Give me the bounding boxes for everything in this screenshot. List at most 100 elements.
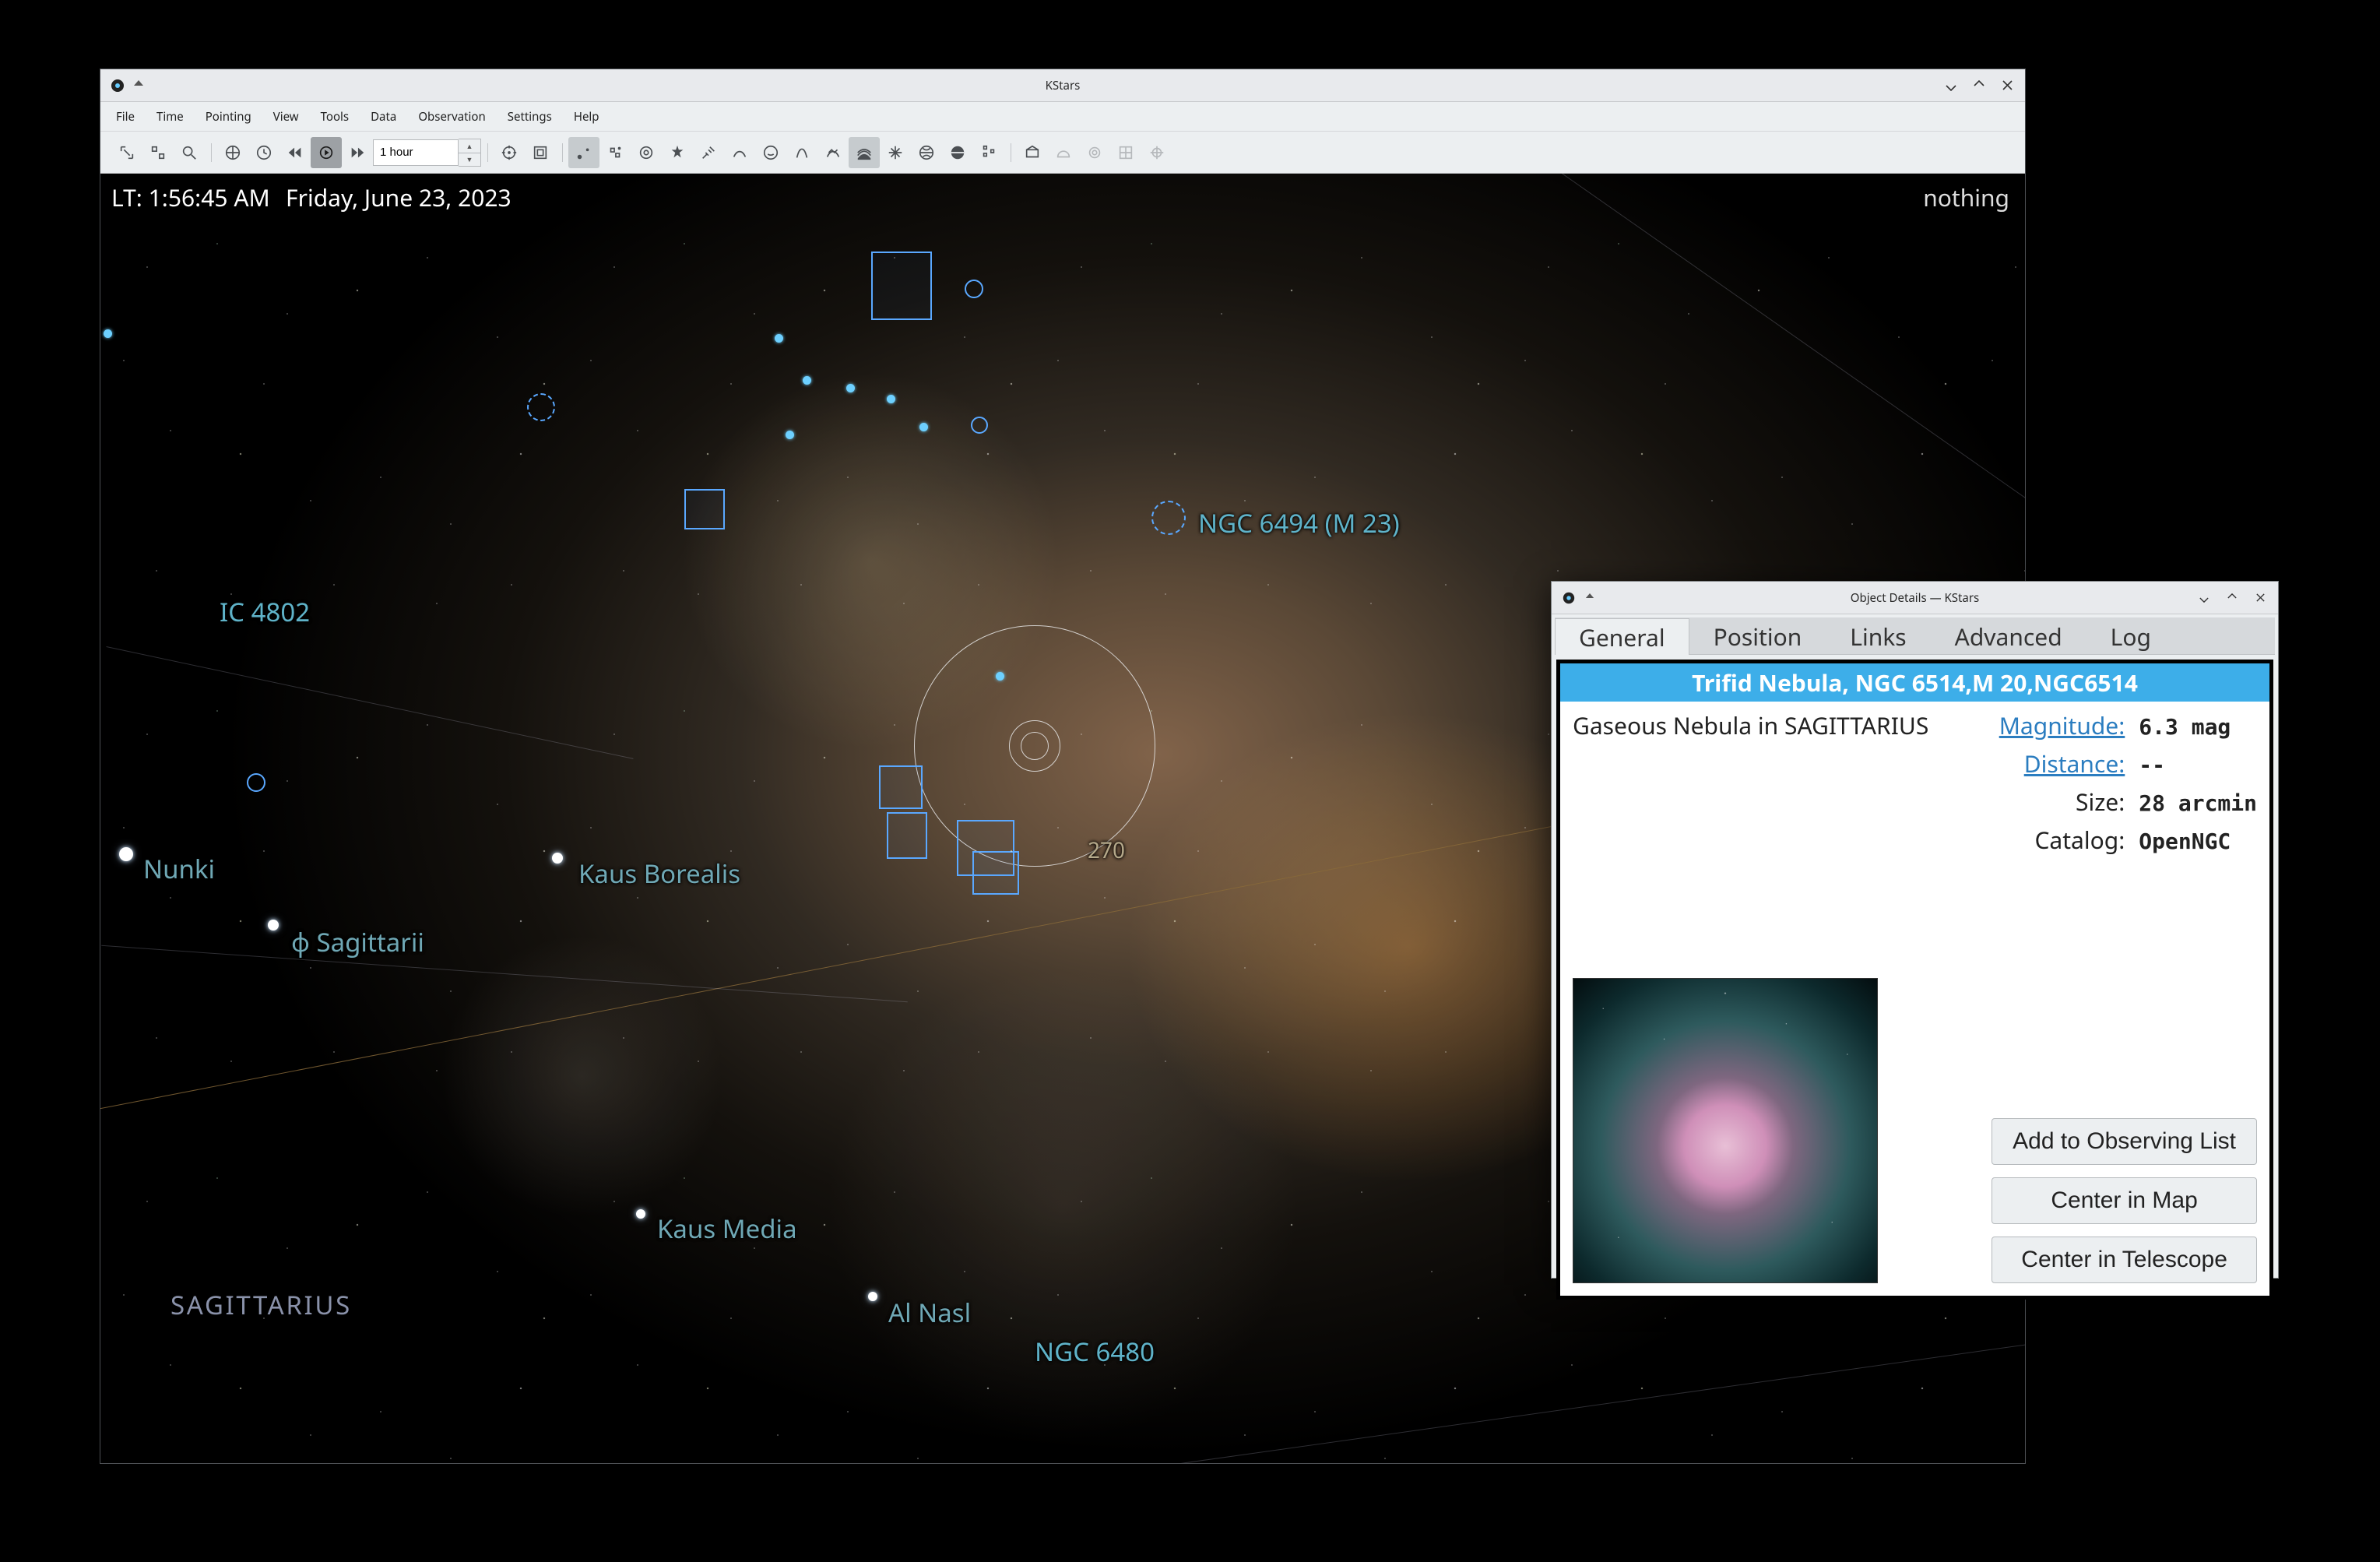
dso-marker[interactable]	[972, 851, 1019, 895]
menu-file[interactable]: File	[105, 104, 146, 129]
dso-marker[interactable]	[871, 252, 932, 320]
clock-run-icon[interactable]	[311, 137, 342, 168]
catalog-star[interactable]	[887, 395, 895, 403]
timestep-input[interactable]	[373, 139, 459, 166]
cnames-toggle-icon[interactable]	[755, 137, 786, 168]
zoom-box-icon[interactable]	[142, 137, 174, 168]
star-nunki[interactable]	[119, 847, 133, 861]
sky-label[interactable]: 270	[1088, 836, 1125, 865]
menu-help[interactable]: Help	[563, 104, 610, 129]
menu-data[interactable]: Data	[360, 104, 407, 129]
dso-marker[interactable]	[971, 417, 988, 434]
cbounds-toggle-icon[interactable]	[817, 137, 849, 168]
ground-toggle-icon[interactable]	[942, 137, 973, 168]
sky-label[interactable]: Nunki	[143, 851, 215, 886]
sky-label[interactable]: NGC 6480	[1035, 1334, 1155, 1369]
deepsky-toggle-icon[interactable]	[599, 137, 631, 168]
minimize-button[interactable]	[1942, 77, 1960, 94]
find-icon[interactable]	[174, 137, 205, 168]
center-icon[interactable]	[494, 137, 525, 168]
menu-time[interactable]: Time	[146, 104, 195, 129]
catalog-star[interactable]	[775, 334, 783, 343]
menu-view[interactable]: View	[262, 104, 310, 129]
mount-icon	[1079, 137, 1110, 168]
maximize-button[interactable]	[2224, 589, 2241, 607]
star-kaus-borealis[interactable]	[552, 853, 563, 864]
dso-marker[interactable]	[965, 280, 983, 298]
fov-ring-mid	[1009, 720, 1060, 772]
horizontal-grid-icon[interactable]	[911, 137, 942, 168]
flags-toggle-icon[interactable]	[973, 137, 1004, 168]
fov-icon[interactable]	[525, 137, 556, 168]
object-thumbnail[interactable]	[1573, 978, 1878, 1283]
minimize-button[interactable]	[2195, 589, 2213, 607]
dso-marker[interactable]	[527, 393, 555, 421]
cart-toggle-icon[interactable]	[786, 137, 817, 168]
dso-marker[interactable]	[247, 773, 265, 792]
supernovae-toggle-icon[interactable]	[662, 137, 693, 168]
catalog-star[interactable]	[803, 376, 811, 385]
tab-links[interactable]: Links	[1826, 617, 1930, 654]
local-date: Friday, June 23, 2023	[286, 181, 512, 213]
milkyway-toggle-icon[interactable]	[849, 137, 880, 168]
dso-marker[interactable]	[957, 820, 1014, 876]
timestep-spinner[interactable]: ▲▼	[459, 139, 481, 167]
sky-label[interactable]: Kaus Borealis	[578, 856, 740, 891]
dialog-titlebar: Object Details — KStars	[1552, 582, 2278, 614]
star-phi-sgr[interactable]	[268, 920, 279, 931]
spin-up-icon[interactable]: ▲	[459, 139, 480, 153]
prop-label[interactable]: Magnitude:	[1999, 709, 2125, 741]
dso-marker[interactable]	[1151, 501, 1186, 535]
catalog-star[interactable]	[996, 672, 1004, 681]
set-time-now-icon[interactable]	[217, 137, 248, 168]
constellation-line	[101, 945, 908, 1002]
menu-tools[interactable]: Tools	[310, 104, 360, 129]
catalog-star[interactable]	[919, 423, 928, 431]
keep-above-icon[interactable]	[1581, 589, 1598, 607]
sky-label[interactable]: φ Sagittarii	[291, 924, 424, 959]
satellites-toggle-icon[interactable]	[693, 137, 724, 168]
action-center-in-map[interactable]: Center in Map	[1992, 1177, 2257, 1224]
sky-label[interactable]: Kaus Media	[657, 1211, 797, 1246]
catalog-star[interactable]	[104, 329, 112, 338]
menu-pointing[interactable]: Pointing	[195, 104, 262, 129]
close-button[interactable]	[2252, 589, 2269, 607]
tab-position[interactable]: Position	[1689, 617, 1826, 654]
window-title: KStars	[100, 78, 2025, 93]
property-grid: Gaseous Nebula in SAGITTARIUS Magnitude:…	[1560, 702, 2269, 864]
close-button[interactable]	[1999, 77, 2016, 94]
prop-label[interactable]: Distance:	[1999, 748, 2125, 779]
clines-toggle-icon[interactable]	[724, 137, 755, 168]
ekos-icon[interactable]	[1017, 137, 1048, 168]
action-center-in-telescope[interactable]: Center in Telescope	[1992, 1237, 2257, 1283]
menu-settings[interactable]: Settings	[497, 104, 563, 129]
dso-marker[interactable]	[887, 812, 927, 859]
align-icon	[1141, 137, 1172, 168]
step-back-icon[interactable]	[279, 137, 311, 168]
dso-marker[interactable]	[684, 489, 725, 529]
catalog-star[interactable]	[786, 431, 794, 439]
stars-toggle-icon[interactable]	[568, 137, 599, 168]
sky-label[interactable]: SAGITTARIUS	[171, 1287, 352, 1322]
clock-icon[interactable]	[248, 137, 279, 168]
menu-observation[interactable]: Observation	[407, 104, 496, 129]
keep-above-icon[interactable]	[130, 77, 147, 94]
dso-marker[interactable]	[879, 765, 923, 809]
solarsystem-toggle-icon[interactable]	[631, 137, 662, 168]
star-al-nasl[interactable]	[868, 1292, 877, 1301]
sky-label[interactable]: IC 4802	[220, 594, 310, 629]
zoom-out-icon[interactable]	[111, 137, 142, 168]
tab-advanced[interactable]: Advanced	[1931, 617, 2086, 654]
sky-label[interactable]: NGC 6494 (M 23)	[1198, 505, 1400, 540]
maximize-button[interactable]	[1970, 77, 1988, 94]
object-description: Gaseous Nebula in SAGITTARIUS	[1573, 709, 1985, 741]
catalog-star[interactable]	[846, 384, 855, 392]
tab-log[interactable]: Log	[2086, 617, 2175, 654]
star-kaus-media[interactable]	[636, 1209, 645, 1219]
sky-label[interactable]: Al Nasl	[888, 1295, 971, 1330]
step-forward-icon[interactable]	[342, 137, 373, 168]
spin-down-icon[interactable]: ▼	[459, 153, 480, 166]
action-add-to-observing-list[interactable]: Add to Observing List	[1992, 1118, 2257, 1165]
tab-general[interactable]: General	[1555, 618, 1689, 655]
equatorial-grid-icon[interactable]	[880, 137, 911, 168]
